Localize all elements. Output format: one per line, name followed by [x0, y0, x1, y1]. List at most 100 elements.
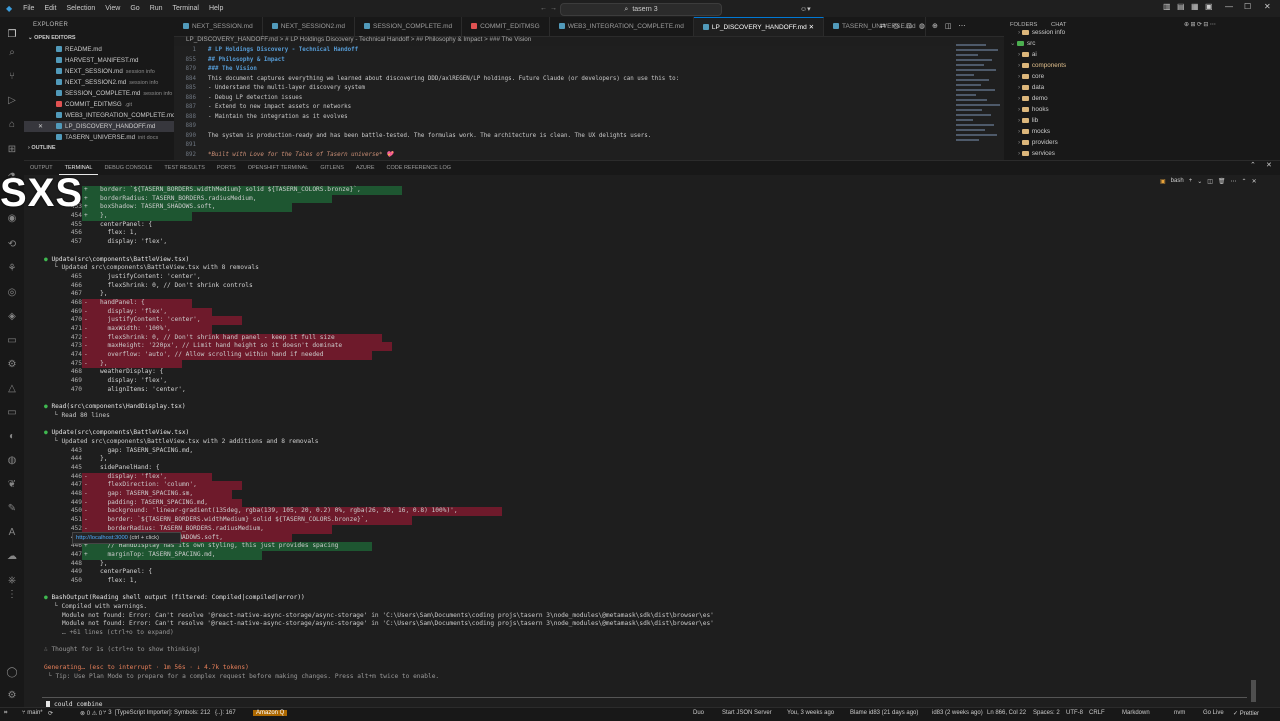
- breadcrumb[interactable]: LP_DISCOVERY_HANDOFF.md > # LP Holdings …: [186, 36, 946, 46]
- editor-line[interactable]: 1 # LP Holdings Discovery - Technical Han…: [174, 46, 954, 56]
- remote-indicator-icon[interactable]: ⌗: [4, 710, 7, 717]
- compare-icon[interactable]: ⇄: [880, 22, 886, 30]
- json-server-status[interactable]: Start JSON Server: [722, 710, 772, 716]
- panel-close-icon[interactable]: ✕: [1266, 161, 1272, 169]
- folder-item[interactable]: › providers: [1004, 137, 1280, 148]
- prettier-status[interactable]: ✓ Prettier: [1233, 710, 1259, 717]
- menu-terminal[interactable]: Terminal: [168, 5, 204, 12]
- search-icon[interactable]: ⌕: [6, 47, 18, 59]
- open-editor-item[interactable]: WEB3_INTEGRATION_COMPLETE.md: [24, 110, 174, 121]
- terminal-shell-label[interactable]: bash: [1171, 178, 1184, 184]
- editor-line[interactable]: 886 - Debug LP detection issues: [174, 94, 954, 104]
- open-editors-header[interactable]: ⌄ OPEN EDITORS: [24, 33, 174, 44]
- layout-secondary-icon[interactable]: ▦: [1191, 2, 1199, 11]
- database-icon[interactable]: ▭: [6, 335, 18, 347]
- terminal-scrollbar[interactable]: [1251, 680, 1256, 702]
- git-blame-you[interactable]: You, 3 weeks ago: [787, 710, 834, 716]
- folder-icon[interactable]: ▭: [6, 407, 18, 419]
- go-live-status[interactable]: Go Live: [1203, 710, 1224, 716]
- open-editor-item[interactable]: HARVEST_MANIFEST.md: [24, 55, 174, 66]
- preview-icon[interactable]: ⊡: [906, 22, 912, 30]
- menu-selection[interactable]: Selection: [62, 5, 101, 12]
- editor-tab[interactable]: LP_DISCOVERY_HANDOFF.md ✕: [693, 17, 825, 36]
- manage-gear-icon[interactable]: ⚙: [6, 690, 18, 702]
- panel-maximize-icon[interactable]: ⌃: [1250, 161, 1256, 169]
- folder-item[interactable]: › services: [1004, 148, 1280, 159]
- layout-panel-icon[interactable]: ▤: [1177, 2, 1185, 11]
- cube-icon[interactable]: ◈: [6, 311, 18, 323]
- minimize-icon[interactable]: —: [1225, 2, 1233, 11]
- nav-back-icon[interactable]: ←: [540, 5, 547, 12]
- editor-line[interactable]: 889: [174, 122, 954, 132]
- command-center[interactable]: ⌕ tasern 3: [560, 3, 722, 16]
- graph-icon[interactable]: ⚘: [6, 263, 18, 275]
- author-status[interactable]: id83 (2 weeks ago): [932, 710, 983, 716]
- tooltip-link[interactable]: http://localhost:3000: [76, 535, 128, 541]
- folder-item[interactable]: ⌄ src: [1004, 38, 1280, 49]
- sync-status[interactable]: ⟳: [48, 710, 53, 717]
- open-editor-item[interactable]: COMMIT_EDITMSG .git: [24, 99, 174, 110]
- folder-item[interactable]: › demo: [1004, 93, 1280, 104]
- new-terminal-icon[interactable]: +: [1189, 178, 1193, 184]
- editor-tab[interactable]: COMMIT_EDITMSG: [462, 17, 550, 36]
- run-debug-icon[interactable]: ▷: [6, 95, 18, 107]
- lines-status[interactable]: {..}: 167: [215, 710, 236, 716]
- editor-tab[interactable]: WEB3_INTEGRATION_COMPLETE.md: [550, 17, 694, 36]
- kill-terminal-icon[interactable]: 🗑: [1218, 178, 1226, 185]
- account-icon[interactable]: ◯: [6, 667, 18, 679]
- folder-item[interactable]: › mocks: [1004, 126, 1280, 137]
- markdown-editor[interactable]: 1 # LP Holdings Discovery - Technical Han…: [174, 46, 954, 160]
- timeline-icon[interactable]: ⟲: [6, 239, 18, 251]
- indentation-status[interactable]: Spaces: 2: [1033, 710, 1060, 716]
- git-blame-status[interactable]: Blame id83 (21 days ago): [850, 710, 918, 716]
- amazon-q-status[interactable]: Amazon Q: [253, 710, 288, 716]
- git-icon[interactable]: ⊕: [932, 22, 938, 30]
- menu-run[interactable]: Run: [145, 5, 168, 12]
- ports-status[interactable]: ⑂ 3: [103, 710, 112, 716]
- panel-tab-azure[interactable]: AZURE: [350, 161, 381, 175]
- editor-line[interactable]: 855 ## Philosophy & Impact: [174, 56, 954, 66]
- duo-status[interactable]: Duo: [693, 710, 704, 716]
- folder-item[interactable]: › components: [1004, 60, 1280, 71]
- nav-forward-icon[interactable]: →: [550, 5, 557, 12]
- azure-icon[interactable]: A: [6, 527, 18, 539]
- editor-line[interactable]: 884 This document captures everything we …: [174, 75, 954, 85]
- editor-line[interactable]: 885 - Understand the multi-layer discover…: [174, 84, 954, 94]
- menu-view[interactable]: View: [100, 5, 125, 12]
- editor-line[interactable]: 892 *Built with Love for the Tales of Tas…: [174, 151, 954, 161]
- terminal-close-icon[interactable]: ✕: [1252, 178, 1257, 185]
- maximize-icon[interactable]: ☐: [1244, 2, 1251, 11]
- folder-item[interactable]: › ai: [1004, 49, 1280, 60]
- language-status[interactable]: Markdown: [1122, 710, 1150, 716]
- menu-edit[interactable]: Edit: [39, 5, 61, 12]
- menu-go[interactable]: Go: [125, 5, 144, 12]
- eol-status[interactable]: CRLF: [1089, 710, 1105, 716]
- open-editor-item[interactable]: TASERN_UNIVERSE.md init docs: [24, 132, 174, 143]
- menu-file[interactable]: File: [18, 5, 39, 12]
- more-icon[interactable]: ⋮: [6, 589, 18, 601]
- editor-line[interactable]: 890 The system is production-ready and ha…: [174, 132, 954, 142]
- editor-tab[interactable]: NEXT_SESSION.md: [174, 17, 263, 36]
- panel-tab-test-results[interactable]: TEST RESULTS: [158, 161, 210, 175]
- terminal-dropdown-icon[interactable]: ⌄: [1197, 178, 1202, 185]
- editor-line[interactable]: 891: [174, 141, 954, 151]
- source-control-icon[interactable]: ⑂: [6, 71, 18, 83]
- copilot-icon[interactable]: ☺▾: [800, 5, 811, 13]
- editor-tab[interactable]: SESSION_COMPLETE.md: [355, 17, 463, 36]
- terminal-output[interactable]: + border: `${TASERN_BORDERS.widthMedium} …: [34, 186, 1254, 706]
- folder-item[interactable]: › hooks: [1004, 104, 1280, 115]
- extensions-icon[interactable]: ⊞: [6, 144, 18, 156]
- cloud-icon[interactable]: ☁: [6, 551, 18, 563]
- importer-status[interactable]: [TypeScript Importer]: Symbols: 212: [115, 710, 210, 716]
- split-editor-icon[interactable]: ◫: [945, 22, 952, 30]
- leaf-icon[interactable]: ❦: [6, 479, 18, 491]
- more-actions-icon[interactable]: ⋯: [958, 22, 965, 30]
- open-editor-item[interactable]: NEXT_SESSION.md session info: [24, 66, 174, 77]
- layout-sidebar-icon[interactable]: ▥: [1163, 2, 1171, 11]
- open-editor-item[interactable]: ✕ LP_DISCOVERY_HANDOFF.md: [24, 121, 174, 132]
- close-tab-icon[interactable]: ✕: [807, 24, 814, 31]
- close-window-icon[interactable]: ✕: [1264, 2, 1271, 11]
- explorer-icon[interactable]: ❐: [6, 29, 18, 41]
- problems-status[interactable]: ⊗ 0 ⚠ 0: [80, 710, 102, 717]
- branch-status[interactable]: ⑂ main*: [22, 710, 43, 716]
